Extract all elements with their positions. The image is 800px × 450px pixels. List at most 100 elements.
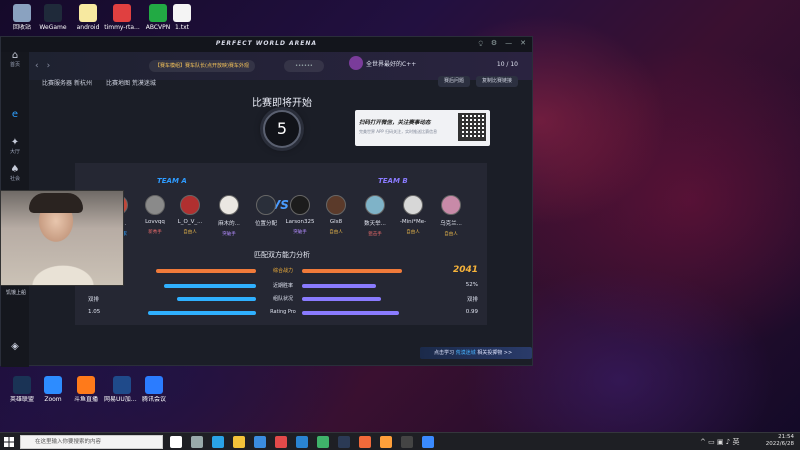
stat-right-bar [302, 297, 381, 301]
desktop-icon[interactable]: Zoom [35, 376, 71, 403]
stat-label: 近期胜率 [272, 283, 293, 289]
desktop-icon-label: android [76, 24, 100, 31]
desktop-icon-label: 网易UU加速器 [104, 396, 140, 403]
steam-icon[interactable] [338, 436, 350, 448]
arena-icon[interactable] [422, 436, 434, 448]
sidebar-icon: ✦ [10, 137, 20, 148]
player-rank: 突破手 [222, 232, 236, 237]
windows-start-icon[interactable] [4, 437, 14, 447]
obs-icon[interactable] [401, 436, 413, 448]
qr-title: 扫码打开微信，关注赛事动态 [359, 120, 431, 126]
player-card[interactable]: 麻木的... 突破手 [212, 195, 246, 237]
player-card[interactable]: L_O_V_... 自由人 [173, 195, 207, 235]
map-info: 比赛地图 荒漠迷城 [105, 80, 156, 87]
sidebar-icon: ◈ [11, 341, 19, 352]
player-rank: 自由人 [406, 230, 420, 235]
promo-avatar [349, 56, 363, 70]
stat-left-bar [164, 284, 256, 288]
stat-left-bar [156, 269, 256, 273]
sidebar-icon: ⌂ [11, 50, 19, 61]
app-icon [79, 4, 97, 22]
stat-right-bar [302, 311, 399, 315]
notification-icon[interactable]: ⍜ [479, 39, 483, 48]
sidebar-icon: e [11, 109, 19, 120]
app-icon [145, 376, 163, 394]
app-icon [13, 4, 31, 22]
player-rank: 新秀手 [148, 230, 162, 235]
player-name: 麻木的... [218, 221, 240, 227]
qr-card[interactable]: 扫码打开微信，关注赛事动态 完美世界 APP 扫码关注，实时推送比赛信息 [355, 110, 490, 146]
stat-right-bar [302, 284, 376, 288]
player-card[interactable]: Lovvqq 新秀手 [138, 195, 172, 235]
team-b-label: TEAM B [378, 177, 408, 185]
forward-arrow-icon[interactable]: › [47, 61, 51, 71]
settings-icon[interactable]: ⚙ [491, 39, 497, 48]
stats-button[interactable]: 赛后问题 [438, 76, 471, 87]
stat-label: 组队状况 [272, 296, 293, 302]
desktop-icon[interactable]: WeGame [35, 4, 71, 31]
app-icon[interactable] [380, 436, 392, 448]
player-avatar [441, 195, 461, 215]
sidebar-item-label: 社会 [9, 176, 20, 182]
stat-row: 42%近期胜率52% [88, 282, 478, 292]
back-arrow-icon[interactable]: ‹ [35, 61, 39, 71]
taskbar-apps [170, 436, 434, 448]
stat-label: Rating Pro [270, 309, 296, 315]
player-card[interactable]: Larson325 突破手 [283, 195, 317, 235]
player-card[interactable]: Gls8 自由人 [319, 195, 353, 235]
match-actions: 赛后问题 复制比赛链接 [438, 76, 519, 87]
stat-right-value: 2041 [452, 265, 478, 275]
player-card[interactable]: 乌克兰... 自由人 [434, 195, 468, 237]
system-tray-icons[interactable]: ^ ▭ ▣ ♪ 英 [700, 437, 739, 447]
player-card[interactable]: 数天举... 狙击手 [358, 195, 392, 237]
chrome-icon[interactable] [317, 436, 329, 448]
stat-label: 综合战力 [272, 268, 293, 274]
desktop-icon-label: 斗鱼直播 [73, 396, 98, 403]
desktop-icon[interactable]: 斗鱼直播 [68, 376, 104, 403]
minimize-icon[interactable]: — [505, 39, 512, 48]
player-card[interactable]: 位置分配 [249, 195, 283, 231]
stream-tab-pill[interactable]: 【赛车模组】赛车队长(点开放映)赛车外观 [149, 60, 255, 72]
sidebar-item[interactable]: ⌂ 首页 [4, 50, 26, 68]
player-card[interactable]: -Mini*Me- 自由人 [396, 195, 430, 235]
store-icon[interactable] [275, 436, 287, 448]
throw-guide-banner[interactable]: 点击学习 荒漠迷城 相关投掷物 >> [420, 347, 532, 359]
clock[interactable]: 21:54 2022/6/28 [766, 434, 794, 448]
desktop-icon[interactable]: 1.txt [164, 4, 200, 31]
sidebar-item[interactable]: ◈ [4, 341, 26, 352]
desktop-icon[interactable]: timmy-rta... [104, 4, 140, 31]
player-name: L_O_V_... [177, 219, 203, 225]
player-rank: 狙击手 [368, 232, 382, 237]
player-rank: 自由人 [183, 230, 197, 235]
player-rank: 自由人 [444, 232, 458, 237]
ide-icon[interactable] [359, 436, 371, 448]
settings-icon[interactable] [191, 436, 203, 448]
close-icon[interactable]: ✕ [520, 39, 526, 48]
edge-icon[interactable] [212, 436, 224, 448]
app-icon [77, 376, 95, 394]
desktop-icon[interactable]: 腾讯会议 [136, 376, 172, 403]
sidebar-item[interactable]: ✦ 大厅 [4, 137, 26, 155]
player-avatar [145, 195, 165, 215]
player-avatar [290, 195, 310, 215]
promo-text: 全世界最好的C++ [366, 60, 417, 68]
desktop-icon[interactable]: android [70, 4, 106, 31]
app-icon [13, 376, 31, 394]
player-avatar [365, 195, 385, 215]
sidebar-item[interactable]: ♠ 社会 [4, 164, 26, 182]
qr-code-icon [458, 113, 486, 141]
promo-user[interactable]: 全世界最好的C++ [349, 56, 416, 70]
sidebar-item[interactable]: e [4, 109, 26, 120]
sidebar-item-label: 大厅 [9, 149, 20, 155]
vscode-icon[interactable] [296, 436, 308, 448]
task-view-icon[interactable] [170, 436, 182, 448]
explorer-icon[interactable] [233, 436, 245, 448]
share-link-button[interactable]: 复制比赛链接 [476, 76, 519, 87]
search-pill[interactable]: •••••• [284, 60, 324, 72]
mail-icon[interactable] [254, 436, 266, 448]
player-avatar [403, 195, 423, 215]
taskbar-search[interactable]: 在这里输入你要搜索的内容 [20, 435, 163, 449]
team-a-label: TEAM A [157, 177, 187, 185]
window-controls: ⍜ ⚙ — ✕ [479, 39, 526, 48]
desktop-icon[interactable]: 网易UU加速器 [104, 376, 140, 403]
